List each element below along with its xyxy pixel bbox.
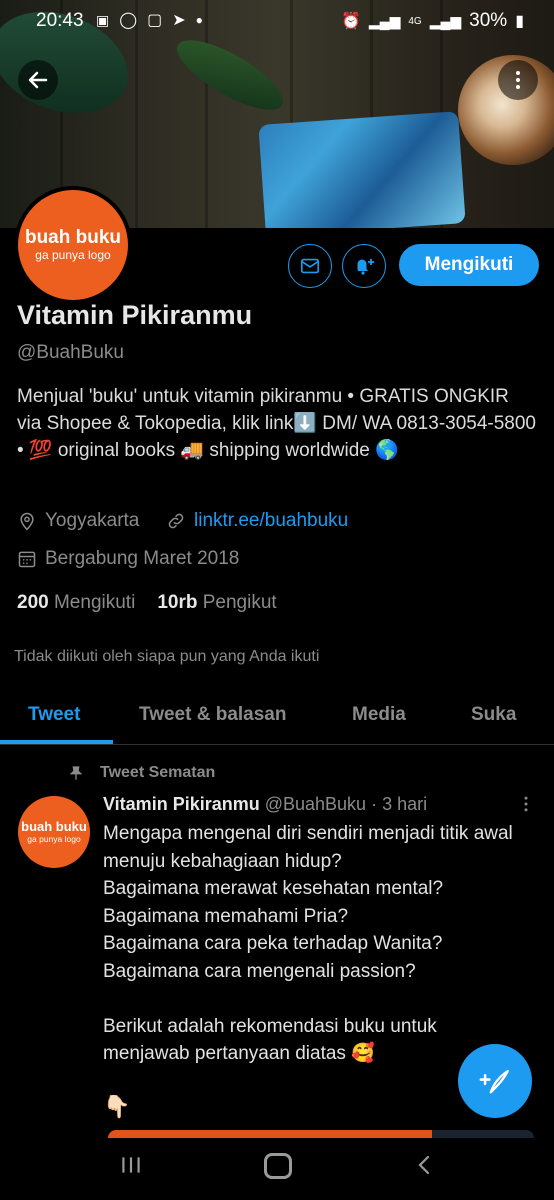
location-pin-icon <box>20 512 34 531</box>
back-nav-button[interactable] <box>413 1152 437 1185</box>
join-date-row: Bergabung Maret 2018 <box>17 548 239 570</box>
pinned-indicator: Tweet Sematan <box>68 764 215 782</box>
telegram-icon: ➤ <box>172 12 186 29</box>
battery-percent: 30% <box>469 10 508 31</box>
active-tab-indicator <box>0 740 113 744</box>
whatsapp-icon: ◯ <box>119 12 138 29</box>
avatar-logo-text: buah buku <box>21 818 87 834</box>
more-options-button[interactable] <box>498 60 538 100</box>
follow-stats: 200 Mengikuti 10rb Pengikut <box>17 592 277 614</box>
recent-apps-button[interactable] <box>118 1152 144 1185</box>
tweet-author-avatar[interactable]: buah buku ga punya logo <box>18 796 90 868</box>
home-button[interactable] <box>264 1153 292 1179</box>
join-date-text: Bergabung Maret 2018 <box>45 548 240 569</box>
avatar-logo-subtext: ga punya logo <box>27 833 81 844</box>
tab-tweets[interactable]: Tweet <box>28 704 80 726</box>
location-text: Yogyakarta <box>45 510 140 531</box>
status-bar: 20:43 ▣ ◯ ▢ ➤ ● ⏰ ▂▄▆ 4G ▂▄▆ 30% ▮ <box>0 0 554 44</box>
following-count: 200 <box>17 592 49 613</box>
profile-bio: Menjual 'buku' untuk vitamin pikiranmu •… <box>17 386 537 461</box>
website-row[interactable]: linktr.ee/buahbuku <box>166 510 348 532</box>
notification-button[interactable] <box>342 244 386 288</box>
image-notification-icon: ▣ <box>96 11 110 28</box>
avatar-logo-text: buah buku <box>24 226 122 248</box>
notification-icons: ▣ ◯ ▢ ➤ ● <box>96 10 203 30</box>
network-type: 4G <box>408 15 422 27</box>
quill-plus-icon <box>479 1069 509 1094</box>
status-time: 20:43 <box>36 10 84 31</box>
chevron-left-icon <box>418 1155 430 1175</box>
bell-plus-icon <box>357 259 374 275</box>
pin-icon <box>69 766 83 780</box>
tab-likes[interactable]: Suka <box>471 704 516 726</box>
followers-label: Pengikut <box>202 592 277 613</box>
mail-icon <box>300 258 320 274</box>
system-navigation-bar <box>0 1138 554 1200</box>
mutual-followers-note: Tidak diikuti oleh siapa pun yang Anda i… <box>14 648 320 665</box>
pinned-label: Tweet Sematan <box>100 764 216 781</box>
display-name: Vitamin Pikiranmu <box>17 300 253 330</box>
tweet-time: · 3 hari <box>371 794 428 814</box>
profile-tabs: Tweet Tweet & balasan Media Suka <box>0 688 554 745</box>
tweet-emoji: 👇🏻 <box>103 1094 131 1119</box>
following-stat[interactable]: 200 Mengikuti <box>17 592 135 614</box>
location-row: Yogyakarta <box>17 510 139 532</box>
tab-media[interactable]: Media <box>352 704 406 726</box>
message-button[interactable] <box>288 244 332 288</box>
calendar-icon <box>18 551 36 568</box>
system-icons: ⏰ ▂▄▆ 4G ▂▄▆ 30% ▮ <box>341 10 524 32</box>
followers-stat[interactable]: 10rb Pengikut <box>157 592 276 614</box>
compose-tweet-button[interactable] <box>458 1044 532 1118</box>
phone-case-image <box>258 111 466 228</box>
avatar-logo-subtext: ga punya logo <box>35 247 111 262</box>
alarm-icon: ⏰ <box>340 13 361 30</box>
link-icon <box>168 513 184 529</box>
back-button[interactable] <box>18 60 58 100</box>
tweet-menu-button[interactable] <box>520 794 532 819</box>
battery-icon: ▮ <box>515 13 524 30</box>
website-link[interactable]: linktr.ee/buahbuku <box>194 510 348 532</box>
user-handle: @BuahBuku <box>17 342 124 363</box>
followers-count: 10rb <box>157 592 198 613</box>
tweet-header: Vitamin Pikiranmu @BuahBuku · 3 hari <box>103 794 427 815</box>
tab-tweets-replies[interactable]: Tweet & balasan <box>139 704 286 726</box>
tweet-text: Mengapa mengenal diri sendiri menjadi ti… <box>103 823 513 1064</box>
tweet-author-handle: @BuahBuku <box>264 794 367 814</box>
profile-avatar[interactable]: buah buku ga punya logo <box>14 186 132 304</box>
line-icon: ▢ <box>147 12 163 29</box>
arrow-left-icon <box>28 71 48 89</box>
following-button[interactable]: Mengikuti <box>399 244 539 286</box>
signal-icon: ▂▄▆ <box>368 12 401 29</box>
recent-apps-icon <box>122 1157 140 1173</box>
signal-icon-2: ▂▄▆ <box>429 12 462 29</box>
more-notifications-icon: ● <box>195 13 203 27</box>
tweet-author-name[interactable]: Vitamin Pikiranmu <box>103 794 260 814</box>
more-vertical-icon <box>516 71 520 89</box>
more-vertical-icon <box>524 796 528 812</box>
tweet-media-preview[interactable] <box>108 1130 534 1138</box>
following-label: Mengikuti <box>53 592 136 613</box>
